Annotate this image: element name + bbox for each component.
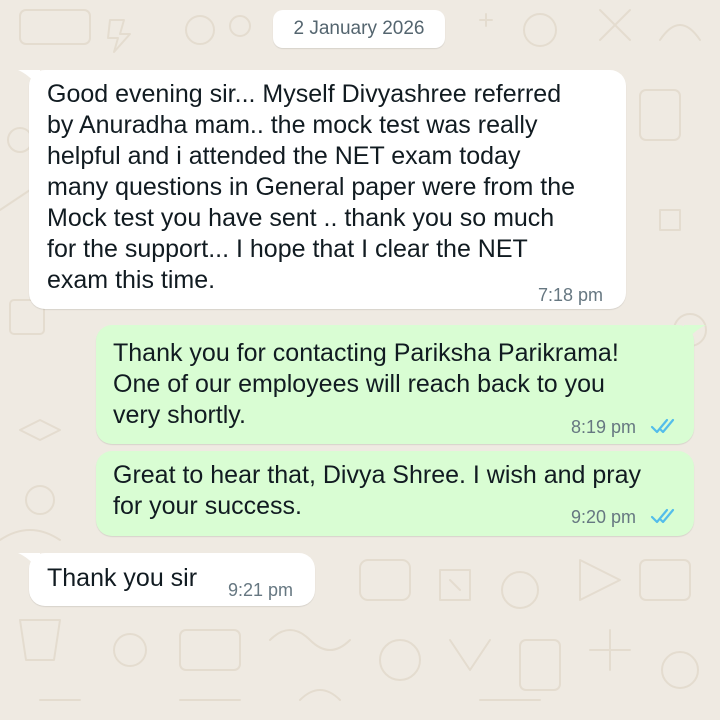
bubble-tail [18,553,40,571]
message-text-line: One of our employees will reach back to … [113,370,605,398]
message-text-line: for your success. [113,492,302,520]
bubble-tail [18,70,40,88]
message-text-line: Great to hear that, Divya Shree. I wish … [113,461,642,489]
message-timestamp: 9:20 pm [571,507,637,527]
message-text-line: helpful and i attended the NET exam toda… [47,142,521,170]
message-text-line: by Anuradha mam.. the mock test was real… [47,111,538,139]
message-text-line: Thank you for contacting Pariksha Parikr… [113,339,619,367]
bubble-tail [684,325,706,343]
message-text-line: many questions in General paper were fro… [47,173,576,201]
message-text-line: Mock test you have sent .. thank you so … [47,204,555,232]
read-receipt-icon [650,508,675,524]
message-timestamp: 7:18 pm [538,285,604,305]
message-text-line: for the support... I hope that I clear t… [47,235,528,263]
message-text-line: very shortly. [113,401,246,429]
message-text-line: exam this time. [47,266,216,294]
message-text-line: Thank you sir [47,564,198,592]
message-timestamp: 9:21 pm [228,580,294,600]
date-separator: 2 January 2026 [273,10,445,48]
message-timestamp: 8:19 pm [571,417,637,437]
read-receipt-icon [650,418,675,434]
message-text-line: Good evening sir... Myself Divyashree re… [47,80,562,108]
